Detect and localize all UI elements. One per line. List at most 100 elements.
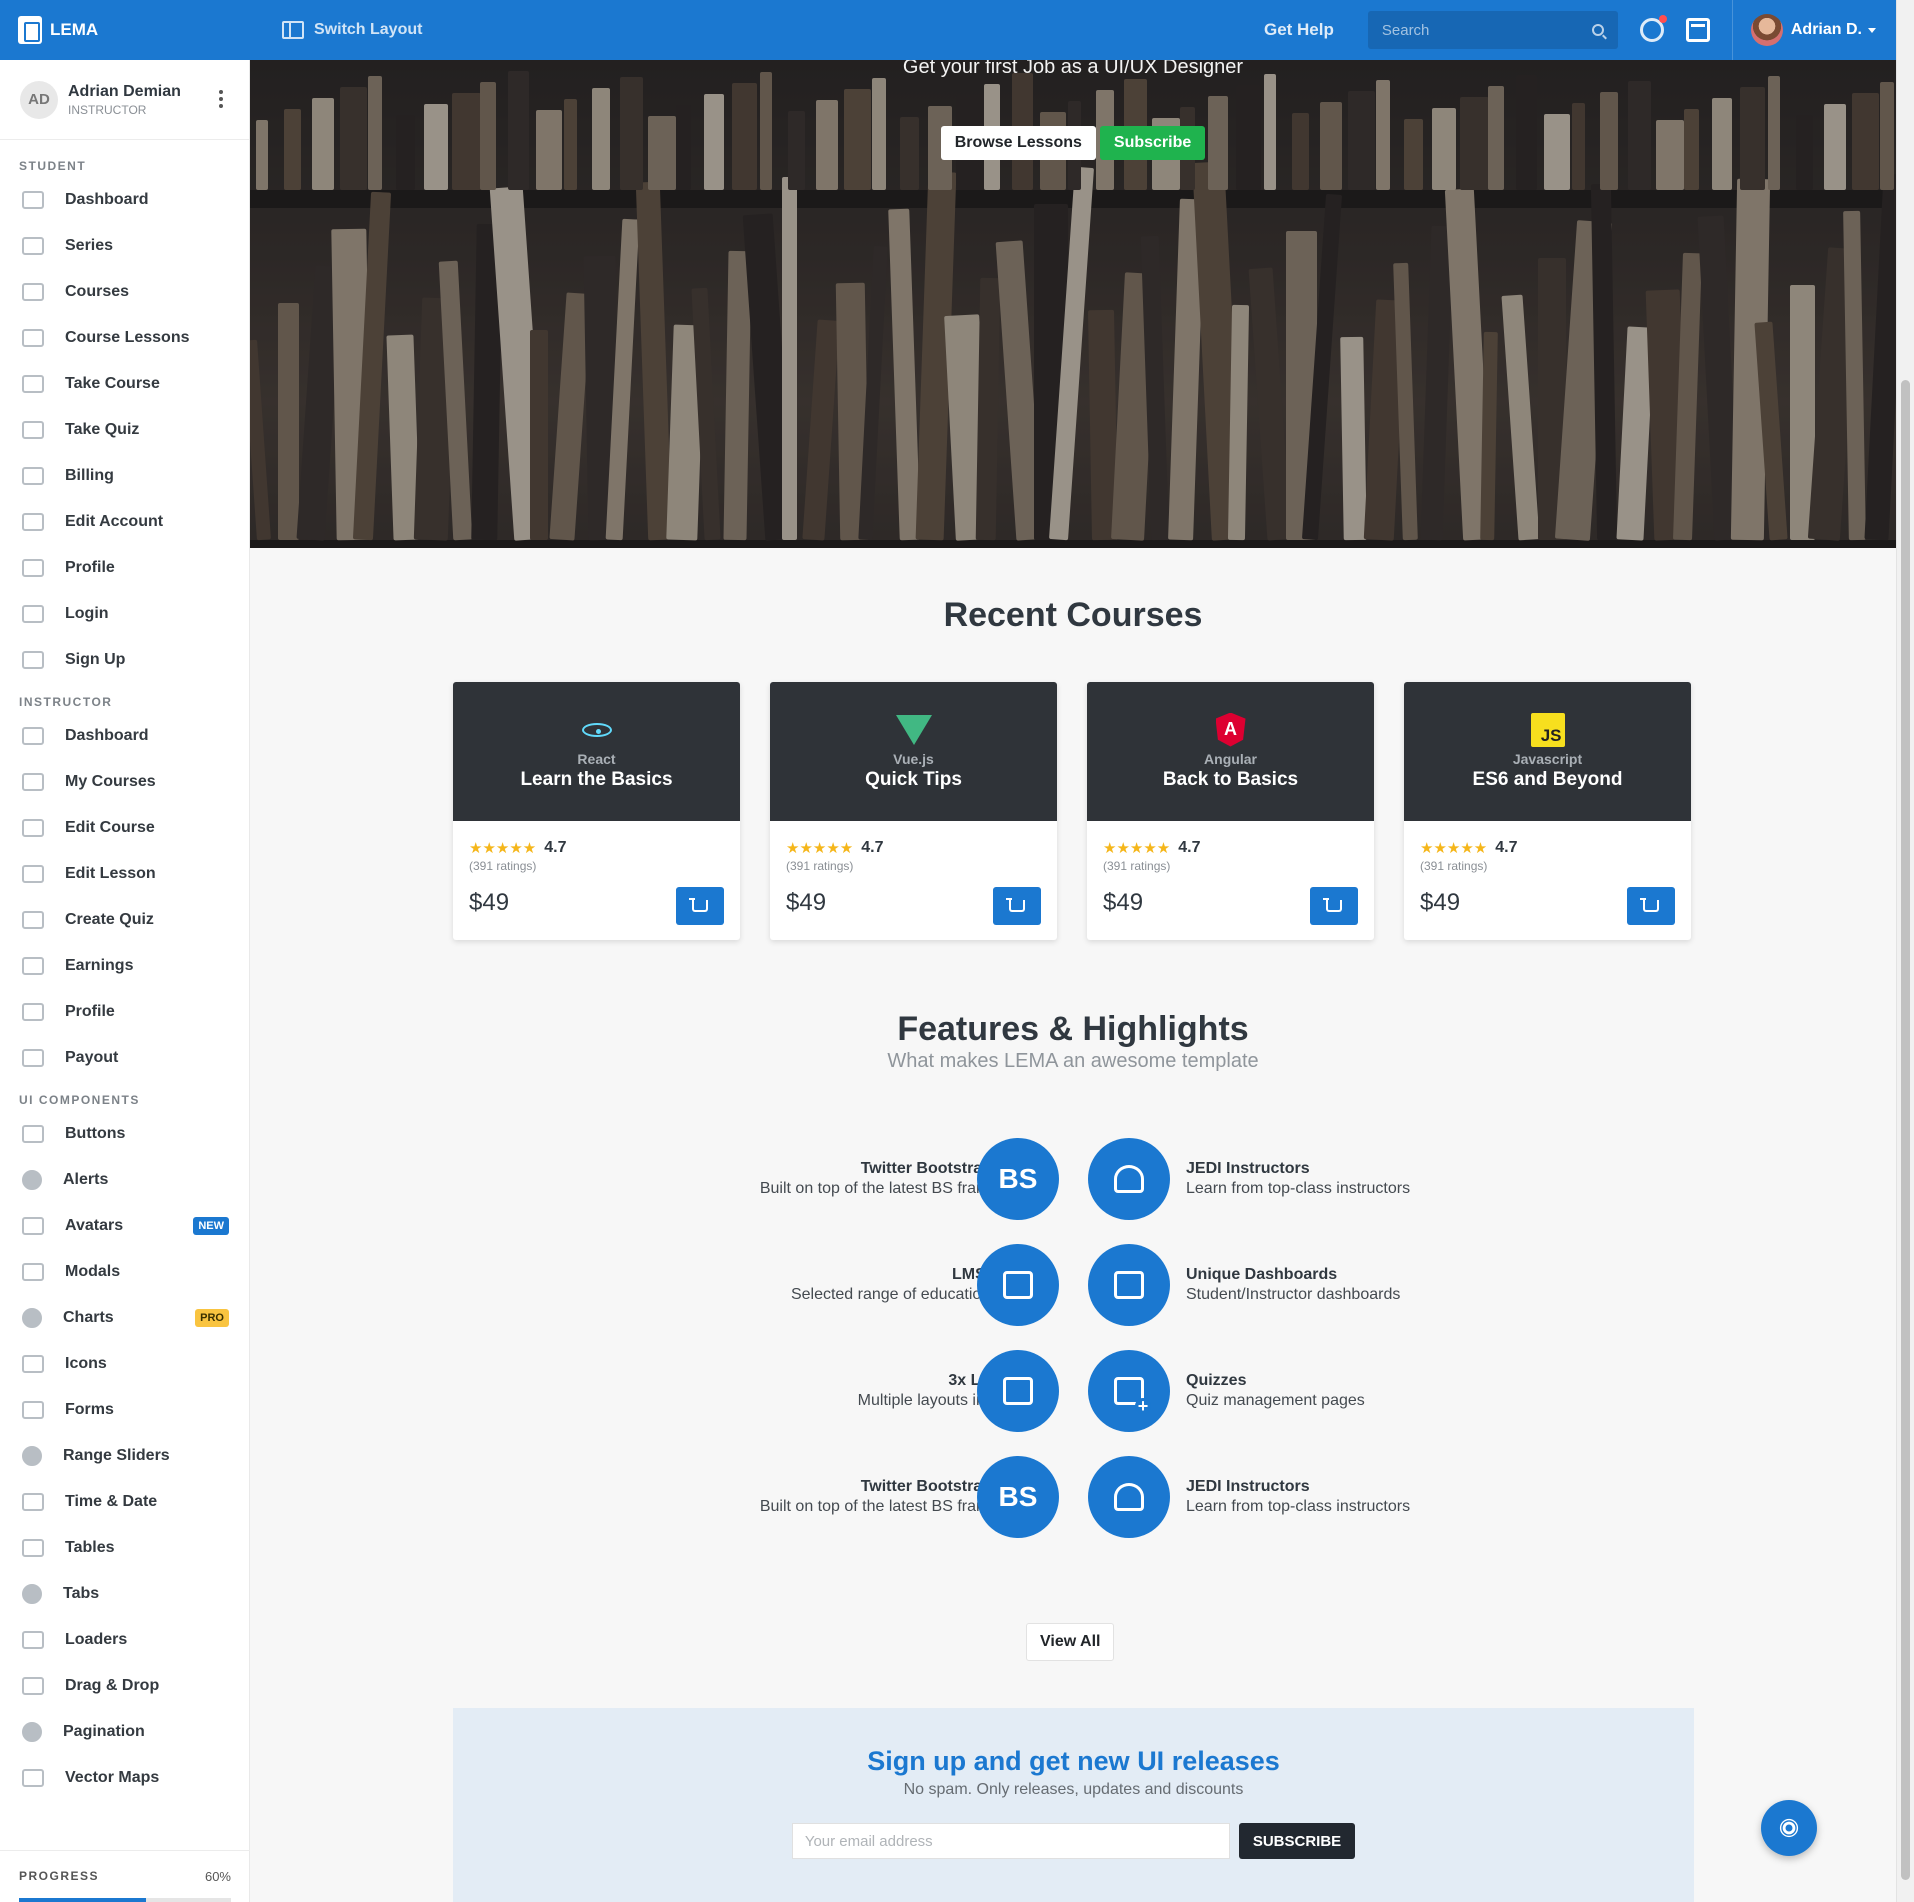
quiz-add-icon [1088, 1350, 1170, 1432]
sidebar-item-course-lessons[interactable]: Course Lessons [0, 315, 249, 361]
sidebar-item-pagination[interactable]: Pagination [0, 1709, 249, 1755]
gear-icon [1782, 1821, 1796, 1835]
scrollbar-thumb[interactable] [1901, 380, 1910, 1880]
sidebar-item-tables[interactable]: Tables [0, 1525, 249, 1571]
feature-title: Unique Dashboards [1186, 1266, 1338, 1283]
rating-count: (391 ratings) [786, 859, 854, 873]
sidebar-user[interactable]: AD Adrian Demian INSTRUCTOR [0, 60, 249, 140]
sidebar-item-profile[interactable]: Profile [0, 989, 249, 1035]
subscribe-button[interactable]: Subscribe [1099, 126, 1206, 160]
sidebar-item-loaders[interactable]: Loaders [0, 1617, 249, 1663]
sidebar-item-sign-up[interactable]: Sign Up [0, 637, 249, 683]
login-icon [22, 605, 44, 623]
status-badge: PRO [195, 1309, 229, 1327]
course-card[interactable]: React Learn the Basics ★★★★★ 4.7 (391 rating… [453, 682, 740, 940]
add-to-cart-button[interactable] [1627, 887, 1675, 925]
feature-text-right: JEDI Instructors Learn from top-class ins… [1186, 1478, 1410, 1516]
edit-course-icon [22, 819, 44, 837]
sidebar-item-edit-lesson[interactable]: Edit Lesson [0, 851, 249, 897]
sidebar-item-edit-course[interactable]: Edit Course [0, 805, 249, 851]
sidebar-item-billing[interactable]: Billing [0, 453, 249, 499]
sidebar-item-icons[interactable]: Icons [0, 1341, 249, 1387]
sidebar-item-label: Create Quiz [65, 911, 154, 928]
more-vertical-icon[interactable] [219, 90, 223, 108]
calendar-icon[interactable] [1685, 18, 1710, 42]
switch-layout-button[interactable]: Switch Layout [282, 21, 422, 39]
sidebar-item-courses[interactable]: Courses [0, 269, 249, 315]
sidebar-item-range-sliders[interactable]: Range Sliders [0, 1433, 249, 1479]
sidebar-item-tabs[interactable]: Tabs [0, 1571, 249, 1617]
edit-lesson-icon [22, 865, 44, 883]
add-to-cart-button[interactable] [1310, 887, 1358, 925]
course-list: React Learn the Basics ★★★★★ 4.7 (391 rating… [453, 682, 1691, 940]
sidebar-item-login[interactable]: Login [0, 591, 249, 637]
rating-value: 4.7 [544, 839, 567, 856]
add-to-cart-button[interactable] [676, 887, 724, 925]
view-all-button[interactable]: View All [1026, 1623, 1115, 1661]
sidebar-item-label: Earnings [65, 957, 134, 974]
instructor-icon-glyph [1114, 1483, 1144, 1511]
sidebar-item-take-course[interactable]: Take Course [0, 361, 249, 407]
user-menu[interactable]: Adrian D. [1750, 14, 1876, 46]
feature-description: Student/Instructor dashboards [1186, 1286, 1401, 1303]
email-field[interactable]: Your email address [791, 1823, 1230, 1859]
hero-subtitle: Get your first Job as a UI/UX Designer [902, 60, 1244, 78]
sidebar-item-buttons[interactable]: Buttons [0, 1111, 249, 1157]
sidebar-item-take-quiz[interactable]: Take Quiz [0, 407, 249, 453]
sidebar-item-series[interactable]: Series [0, 223, 249, 269]
add-to-cart-button[interactable] [993, 887, 1041, 925]
lms-icon-glyph [1003, 1271, 1033, 1299]
sidebar-item-create-quiz[interactable]: Create Quiz [0, 897, 249, 943]
course-card[interactable]: JS Javascript ES6 and Beyond ★★★★★ 4.7 (391 r… [1404, 682, 1691, 940]
sidebar-item-drag-drop[interactable]: Drag & Drop [0, 1663, 249, 1709]
search-input[interactable]: Search [1367, 11, 1618, 49]
page-scrollbar[interactable] [1896, 0, 1914, 1902]
sidebar-item-dashboard[interactable]: Dashboard [0, 177, 249, 223]
course-tech: React [577, 750, 616, 767]
settings-button[interactable] [1761, 1800, 1817, 1856]
search-icon[interactable] [1591, 24, 1604, 36]
course-title[interactable]: Back to Basics [1163, 769, 1298, 791]
sidebar-item-label: Profile [65, 559, 115, 576]
course-card[interactable]: Vue.js Quick Tips ★★★★★ 4.7 (391 ratings) $49 [770, 682, 1057, 940]
sidebar-item-dashboard[interactable]: Dashboard [0, 713, 249, 759]
sidebar-item-edit-account[interactable]: Edit Account [0, 499, 249, 545]
alarm-icon[interactable] [1639, 15, 1667, 42]
instructor-icon-glyph [1114, 1165, 1144, 1193]
sidebar-item-modals[interactable]: Modals [0, 1249, 249, 1295]
sidebar-item-avatars[interactable]: Avatars NEW [0, 1203, 249, 1249]
feature-row: LMS IconsSelected range of education ico… [250, 1244, 1896, 1326]
sidebar-item-vector-maps[interactable]: Vector Maps [0, 1755, 249, 1801]
course-title[interactable]: Learn the Basics [520, 769, 672, 791]
sidebar-item-alerts[interactable]: Alerts [0, 1157, 249, 1203]
bootstrap-badge: BS [977, 1138, 1059, 1220]
course-tech: Javascript [1512, 750, 1583, 767]
sidebar-item-label: Modals [65, 1263, 121, 1280]
sidebar-item-label: Profile [65, 1003, 115, 1020]
notification-dot [1658, 15, 1667, 23]
sidebar-item-charts[interactable]: Charts PRO [0, 1295, 249, 1341]
feature-title: JEDI Instructors [1186, 1478, 1310, 1495]
sidebar-item-my-courses[interactable]: My Courses [0, 759, 249, 805]
sidebar-item-payout[interactable]: Payout [0, 1035, 249, 1081]
sidebar-item-forms[interactable]: Forms [0, 1387, 249, 1433]
calendar-icon [22, 1493, 44, 1511]
newsletter-subscribe-button[interactable]: SUBSCRIBE [1238, 1823, 1356, 1859]
sidebar-item-label: Drag & Drop [65, 1677, 160, 1694]
window-icon [22, 1263, 44, 1281]
brand-link[interactable]: LEMA [0, 16, 250, 44]
browse-lessons-button[interactable]: Browse Lessons [940, 126, 1096, 160]
feature-text-right: Quizzes Quiz management pages [1186, 1372, 1365, 1410]
sidebar-item-earnings[interactable]: Earnings [0, 943, 249, 989]
course-title[interactable]: ES6 and Beyond [1473, 769, 1623, 791]
star-rating-icon: ★★★★★ [1103, 840, 1171, 857]
course-card[interactable]: A Angular Back to Basics ★★★★★ 4.7 (391 ratin… [1087, 682, 1374, 940]
get-help-link[interactable]: Get Help [1264, 20, 1334, 40]
courses-icon [22, 283, 44, 301]
react-logo [580, 713, 614, 747]
sidebar-item-profile[interactable]: Profile [0, 545, 249, 591]
cart-icon [1323, 898, 1342, 912]
sidebar-item-time-date[interactable]: Time & Date [0, 1479, 249, 1525]
course-title[interactable]: Quick Tips [865, 769, 962, 791]
sidebar-item-label: Time & Date [65, 1493, 158, 1510]
